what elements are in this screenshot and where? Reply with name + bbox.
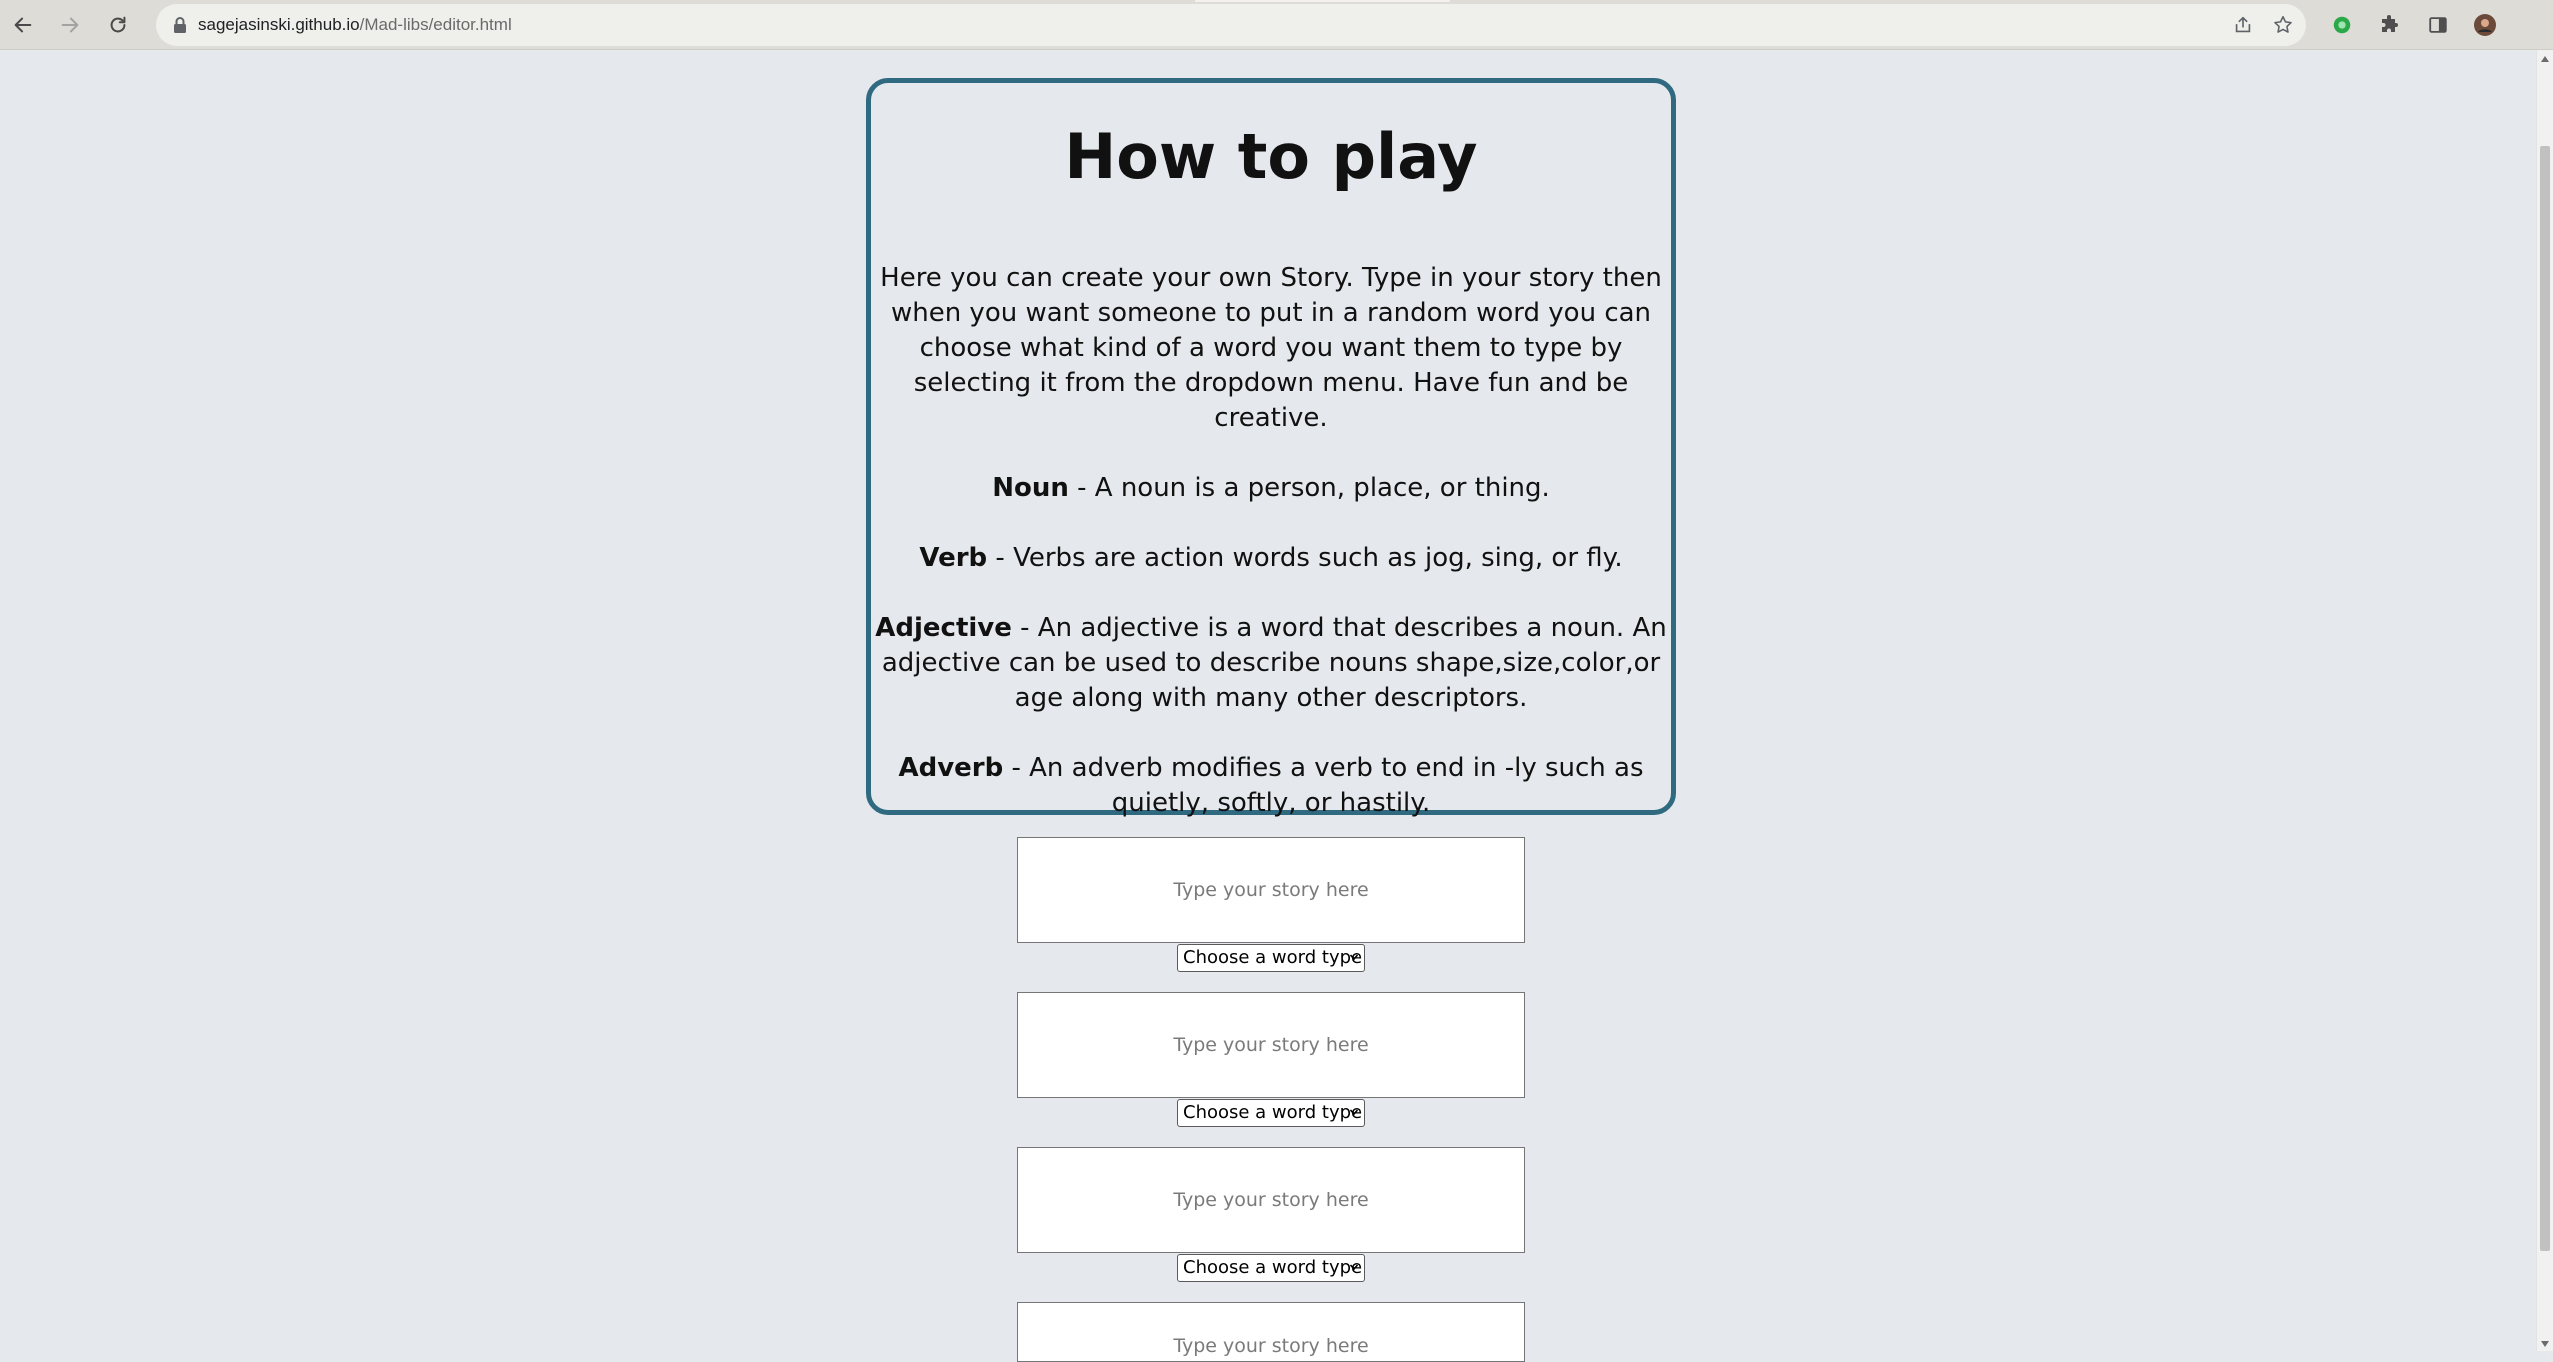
url-text: sagejasinski.github.io/Mad-libs/editor.h… [198, 4, 512, 46]
definition-adverb-text: - An adverb modifies a verb to end in -l… [1003, 753, 1644, 818]
how-to-play-title: How to play [1064, 120, 1478, 193]
profile-avatar [2474, 14, 2496, 36]
definition-adverb: Adverb - An adverb modifies a verb to en… [875, 751, 1667, 821]
chevron-down-icon [1349, 954, 1359, 961]
story-input[interactable]: Type your story here [1017, 1302, 1525, 1362]
share-icon [2235, 16, 2251, 33]
forward-button[interactable] [53, 8, 87, 42]
word-type-select-label: Choose a word type [1183, 947, 1363, 968]
definition-verb: Verb - Verbs are action words such as jo… [875, 541, 1667, 576]
story-input[interactable]: Type your story here [1017, 837, 1525, 943]
browser-toolbar: sagejasinski.github.io/Mad-libs/editor.h… [0, 0, 2553, 50]
puzzle-icon [2382, 15, 2398, 32]
definition-adjective: Adjective - An adjective is a word that … [875, 611, 1667, 716]
word-type-select-label: Choose a word type [1183, 1257, 1363, 1278]
story-input[interactable]: Type your story here [1017, 992, 1525, 1098]
story-placeholder: Type your story here [1173, 1335, 1369, 1357]
extension-badge-button[interactable] [2327, 10, 2357, 40]
term-adjective: Adjective [875, 613, 1012, 643]
reload-button[interactable] [101, 8, 135, 42]
share-button[interactable] [2231, 13, 2255, 37]
definition-noun: Noun - A noun is a person, place, or thi… [875, 471, 1667, 506]
scrollbar-thumb[interactable] [2540, 146, 2550, 1251]
word-type-select[interactable]: Choose a word type [1177, 944, 1365, 972]
bookmark-button[interactable] [2271, 13, 2295, 37]
back-arrow-icon [14, 17, 32, 33]
definition-verb-text: - Verbs are action words such as jog, si… [987, 543, 1623, 573]
url-host: sagejasinski.github.io [198, 15, 360, 34]
chevron-down-icon [1349, 1264, 1359, 1271]
lock-icon [174, 17, 186, 33]
extension-badge-icon [2333, 16, 2351, 34]
story-placeholder: Type your story here [1173, 879, 1369, 901]
profile-button[interactable] [2470, 10, 2500, 40]
side-panel-button[interactable] [2423, 10, 2453, 40]
address-bar[interactable]: sagejasinski.github.io/Mad-libs/editor.h… [156, 4, 2306, 46]
star-icon [2274, 15, 2292, 33]
forward-arrow-icon [61, 17, 79, 33]
story-placeholder: Type your story here [1173, 1034, 1369, 1056]
url-path: /Mad-libs/editor.html [359, 15, 512, 34]
word-type-select-label: Choose a word type [1183, 1102, 1363, 1123]
story-input[interactable]: Type your story here [1017, 1147, 1525, 1253]
tab-indicator [1195, 0, 1450, 2]
term-verb: Verb [919, 543, 988, 573]
page-scrollbar[interactable] [2536, 50, 2553, 1351]
extensions-button[interactable] [2375, 10, 2405, 40]
word-type-select[interactable]: Choose a word type [1177, 1099, 1365, 1127]
scroll-up-icon[interactable] [2541, 56, 2549, 62]
chevron-down-icon [1349, 1109, 1359, 1116]
word-type-select[interactable]: Choose a word type [1177, 1254, 1365, 1282]
how-to-play-body: Here you can create your own Story. Type… [875, 261, 1667, 856]
reload-icon [110, 16, 126, 33]
definition-noun-text: - A noun is a person, place, or thing. [1068, 473, 1550, 503]
back-button[interactable] [6, 8, 40, 42]
term-adverb: Adverb [898, 753, 1004, 783]
how-to-play-card: How to play Here you can create your own… [866, 78, 1676, 818]
scroll-down-icon[interactable] [2541, 1341, 2549, 1347]
story-placeholder: Type your story here [1173, 1189, 1369, 1211]
side-panel-icon [2429, 17, 2447, 33]
how-to-play-intro: Here you can create your own Story. Type… [880, 263, 1662, 433]
term-noun: Noun [992, 473, 1069, 503]
